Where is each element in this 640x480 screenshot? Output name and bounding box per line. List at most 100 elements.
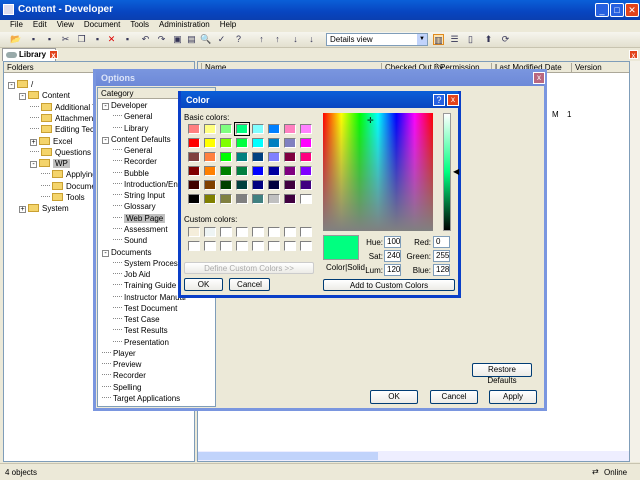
minimize-button[interactable]: _ bbox=[595, 3, 609, 17]
basic-color-swatch[interactable] bbox=[300, 152, 312, 162]
basic-color-swatch[interactable] bbox=[188, 124, 200, 134]
vertical-scrollbar[interactable] bbox=[630, 61, 640, 462]
menu-document[interactable]: Document bbox=[84, 20, 120, 29]
tree-item[interactable]: General bbox=[113, 145, 152, 156]
basic-color-swatch[interactable] bbox=[204, 180, 216, 190]
tree-item[interactable]: Assessment bbox=[113, 224, 168, 235]
tree-collapse-icon[interactable]: - bbox=[19, 93, 26, 101]
toolbar-expand-icon[interactable]: ▣ bbox=[172, 34, 183, 45]
toolbar-columns-view-icon[interactable]: ▯ bbox=[465, 34, 476, 45]
basic-color-swatch[interactable] bbox=[300, 180, 312, 190]
help-icon[interactable]: ? bbox=[433, 94, 445, 106]
basic-color-swatch[interactable] bbox=[220, 152, 232, 162]
custom-color-swatch[interactable] bbox=[268, 227, 280, 237]
sat-input[interactable]: 240 bbox=[384, 250, 401, 262]
close-tab-icon[interactable]: x bbox=[49, 50, 58, 60]
basic-color-swatch[interactable] bbox=[284, 124, 296, 134]
tree-item[interactable]: - Documents bbox=[102, 247, 151, 258]
basic-color-swatch[interactable] bbox=[220, 194, 232, 204]
menu-edit[interactable]: Edit bbox=[33, 20, 47, 29]
basic-color-swatch[interactable] bbox=[268, 166, 280, 176]
basic-color-swatch[interactable] bbox=[220, 138, 232, 148]
basic-color-swatch[interactable] bbox=[204, 166, 216, 176]
tree-item[interactable]: - / bbox=[8, 79, 33, 90]
tree-item[interactable]: + Excel bbox=[30, 136, 73, 147]
tree-item[interactable]: Presentation bbox=[113, 337, 169, 348]
view-select[interactable]: Details view ▼ bbox=[326, 33, 428, 46]
tree-item[interactable]: - Content Defaults bbox=[102, 134, 171, 145]
toolbar-publish-icon[interactable]: ⬆ bbox=[483, 34, 494, 45]
tree-item[interactable]: - Content bbox=[19, 90, 70, 101]
tree-item[interactable]: Library bbox=[113, 123, 148, 134]
tree-collapse-icon[interactable]: - bbox=[30, 161, 37, 169]
toolbar-print-icon[interactable]: ▪ bbox=[44, 34, 55, 45]
menu-administration[interactable]: Administration bbox=[159, 20, 210, 29]
basic-color-swatch[interactable] bbox=[284, 152, 296, 162]
basic-color-swatch[interactable] bbox=[300, 194, 312, 204]
tree-item[interactable]: - Developer bbox=[102, 100, 147, 111]
custom-color-swatch[interactable] bbox=[236, 241, 248, 251]
tree-item[interactable]: Player bbox=[102, 348, 136, 359]
column-header[interactable]: Version bbox=[571, 63, 602, 72]
maximize-button[interactable]: □ bbox=[610, 3, 624, 17]
toolbar-list-view-icon[interactable]: ☰ bbox=[449, 34, 460, 45]
basic-color-swatch[interactable] bbox=[268, 138, 280, 148]
tab-library[interactable]: Library x bbox=[2, 48, 58, 61]
basic-color-swatch[interactable] bbox=[236, 194, 248, 204]
green-input[interactable]: 255 bbox=[433, 250, 450, 262]
toolbar-import-icon[interactable]: ↓ bbox=[290, 34, 301, 45]
basic-color-swatch[interactable] bbox=[220, 166, 232, 176]
basic-color-swatch[interactable] bbox=[300, 166, 312, 176]
tree-item[interactable]: Test Document bbox=[113, 303, 177, 314]
tree-item[interactable]: Training Guide bbox=[113, 280, 176, 291]
custom-color-swatch[interactable] bbox=[284, 227, 296, 237]
options-cancel-button[interactable]: Cancel bbox=[430, 390, 478, 404]
toolbar-checkin-icon[interactable]: ↑ bbox=[256, 34, 267, 45]
tree-item[interactable]: Job Aid bbox=[113, 269, 150, 280]
custom-color-swatch[interactable] bbox=[300, 227, 312, 237]
basic-color-swatch[interactable] bbox=[252, 124, 264, 134]
tree-item[interactable]: - WP bbox=[30, 158, 70, 169]
basic-color-swatch[interactable] bbox=[236, 180, 248, 190]
custom-color-swatch[interactable] bbox=[300, 241, 312, 251]
basic-color-swatch[interactable] bbox=[220, 124, 232, 134]
custom-color-swatch[interactable] bbox=[188, 227, 200, 237]
lum-input[interactable]: 120 bbox=[384, 264, 401, 276]
luminance-arrow-icon[interactable]: ◀ bbox=[453, 167, 459, 176]
toolbar-refresh-icon[interactable]: ⟳ bbox=[500, 34, 511, 45]
tree-expand-icon[interactable]: + bbox=[19, 206, 26, 214]
basic-color-swatch[interactable] bbox=[252, 152, 264, 162]
toolbar-delete-icon[interactable]: ✕ bbox=[106, 34, 117, 45]
basic-color-swatch[interactable] bbox=[268, 194, 280, 204]
toolbar-cut-icon[interactable]: ✂ bbox=[60, 34, 71, 45]
define-custom-colors-button[interactable]: Define Custom Colors >> bbox=[184, 262, 314, 274]
tree-item[interactable]: Test Case bbox=[113, 314, 160, 325]
toolbar-find-icon[interactable]: 🔍 bbox=[200, 34, 211, 45]
basic-color-swatch[interactable] bbox=[188, 166, 200, 176]
options-close-icon[interactable]: x bbox=[533, 72, 545, 84]
luminance-slider[interactable] bbox=[443, 113, 451, 231]
custom-color-swatch[interactable] bbox=[220, 227, 232, 237]
toolbar-open-icon[interactable]: 📂 bbox=[10, 34, 21, 45]
tree-item[interactable]: Target Applications bbox=[102, 393, 180, 404]
restore-defaults-button[interactable]: Restore Defaults bbox=[472, 363, 532, 385]
basic-color-swatch[interactable] bbox=[284, 138, 296, 148]
basic-color-swatch[interactable] bbox=[236, 152, 248, 162]
tree-item[interactable]: Glossary bbox=[113, 201, 156, 212]
basic-color-swatch[interactable] bbox=[204, 194, 216, 204]
toolbar-properties-icon[interactable]: ▪ bbox=[122, 34, 133, 45]
basic-color-swatch[interactable] bbox=[268, 152, 280, 162]
menu-help[interactable]: Help bbox=[220, 20, 236, 29]
basic-color-swatch[interactable] bbox=[284, 166, 296, 176]
tree-item[interactable]: Bubble bbox=[113, 168, 149, 179]
blue-input[interactable]: 128 bbox=[433, 264, 450, 276]
basic-color-swatch[interactable] bbox=[300, 138, 312, 148]
tree-item[interactable]: General bbox=[113, 111, 152, 122]
color-spectrum[interactable]: ✛ bbox=[323, 113, 433, 231]
tree-collapse-icon[interactable]: - bbox=[8, 82, 15, 89]
basic-color-swatch[interactable] bbox=[188, 152, 200, 162]
menu-tools[interactable]: Tools bbox=[130, 20, 149, 29]
custom-color-swatch[interactable] bbox=[268, 241, 280, 251]
toolbar-checkout-icon[interactable]: ↑ bbox=[272, 34, 283, 45]
toolbar-undo-icon[interactable]: ↶ bbox=[140, 34, 151, 45]
